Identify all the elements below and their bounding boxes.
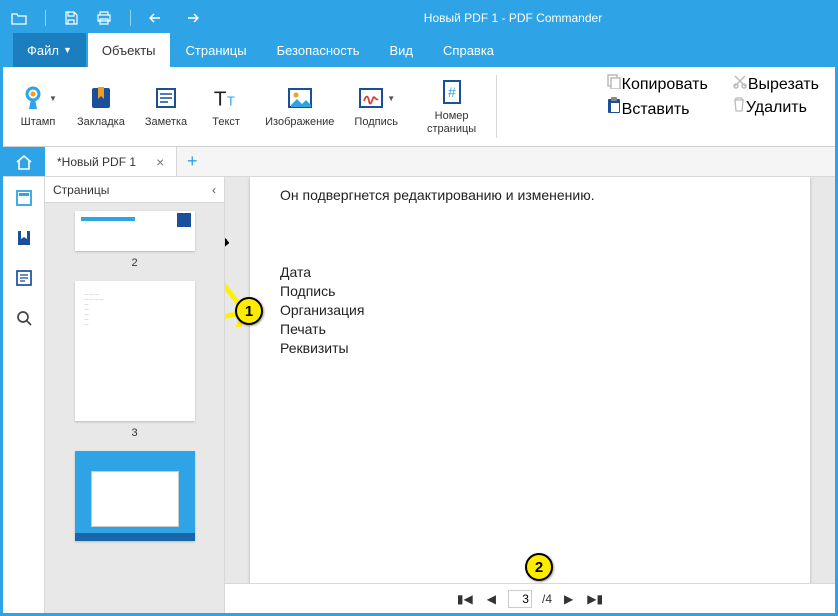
- redo-icon[interactable]: [183, 12, 199, 24]
- svg-text:T: T: [227, 94, 235, 109]
- page-thumbnail[interactable]: [75, 211, 195, 251]
- workspace: Страницы ‹ 2 — — —— — — —————— 3: [3, 177, 835, 613]
- note-button[interactable]: Заметка: [135, 82, 197, 130]
- thumbnail-number: 3: [131, 427, 137, 439]
- delete-button[interactable]: Удалить: [732, 96, 819, 117]
- image-icon: [286, 84, 314, 112]
- tab-file[interactable]: Файл▼: [13, 33, 86, 67]
- main-view: Он подвергнется редактированию и изменен…: [225, 177, 835, 613]
- page-text: Подпись: [280, 282, 780, 301]
- copy-button[interactable]: Копировать: [606, 73, 708, 94]
- chevron-down-icon: ▼: [63, 45, 72, 55]
- save-icon[interactable]: [64, 11, 78, 25]
- page-text: Он подвергнется редактированию и изменен…: [280, 187, 780, 203]
- signature-icon: [357, 84, 385, 112]
- paste-icon: [606, 101, 622, 118]
- document-tab-bar: *Новый PDF 1 × +: [3, 147, 835, 177]
- menubar: Файл▼ Объекты Страницы Безопасность Вид …: [3, 33, 835, 67]
- chevron-down-icon: ▼: [49, 94, 57, 103]
- cut-button[interactable]: Вырезать: [732, 73, 819, 94]
- current-page-input[interactable]: [508, 590, 532, 608]
- page-thumbnail[interactable]: — — —— — — ——————: [75, 281, 195, 421]
- comments-tool[interactable]: [11, 265, 37, 291]
- cut-icon: [732, 76, 748, 93]
- thumbnail-item[interactable]: [53, 443, 216, 541]
- collapse-panel-icon[interactable]: ‹: [212, 183, 216, 197]
- note-icon: [152, 84, 180, 112]
- separator: [496, 75, 497, 138]
- print-icon[interactable]: [96, 11, 112, 25]
- copy-icon: [606, 76, 622, 93]
- tab-pages[interactable]: Страницы: [172, 33, 261, 67]
- signature-button[interactable]: ▼ Подпись: [344, 82, 408, 130]
- page-number-icon: #: [438, 78, 466, 106]
- annotation-callout-1: 1: [235, 297, 263, 325]
- page-number-button[interactable]: # Номер страницы: [417, 76, 486, 136]
- paste-button[interactable]: Вставить: [606, 96, 708, 119]
- text-icon: TT: [212, 84, 240, 112]
- document-tab[interactable]: *Новый PDF 1 ×: [45, 147, 177, 176]
- tab-help[interactable]: Справка: [429, 33, 508, 67]
- bookmarks-tool[interactable]: [11, 225, 37, 251]
- page-text: Печать: [280, 320, 780, 339]
- titlebar: Новый PDF 1 - PDF Commander: [3, 3, 835, 33]
- thumbnails-tool[interactable]: [11, 185, 37, 211]
- separator: [45, 10, 46, 26]
- thumbnail-number: 2: [131, 257, 137, 269]
- ribbon: ▼ Штамп Закладка Заметка TT Текст Изобра…: [3, 67, 835, 147]
- annotation-callout-2: 2: [525, 553, 553, 581]
- page-text: Дата: [280, 263, 780, 282]
- open-icon[interactable]: [11, 11, 27, 25]
- stamp-button[interactable]: ▼ Штамп: [9, 82, 67, 130]
- image-button[interactable]: Изображение: [255, 82, 344, 130]
- svg-text:T: T: [214, 88, 227, 111]
- tab-objects[interactable]: Объекты: [88, 33, 170, 67]
- chevron-down-icon: ▼: [387, 94, 395, 103]
- app-window: Новый PDF 1 - PDF Commander Файл▼ Объект…: [0, 0, 838, 616]
- document-page: Он подвергнется редактированию и изменен…: [250, 177, 810, 583]
- page-navigation-footer: ▮◀ ◀ /4 ▶ ▶▮: [225, 583, 835, 613]
- thumbnail-item[interactable]: 2: [53, 203, 216, 273]
- bookmark-button[interactable]: Закладка: [67, 82, 135, 130]
- next-page-button[interactable]: ▶: [562, 592, 575, 606]
- left-toolbar: [3, 177, 45, 613]
- last-page-button[interactable]: ▶▮: [585, 592, 605, 606]
- page-thumbnail[interactable]: [75, 451, 195, 541]
- tab-view[interactable]: Вид: [376, 33, 428, 67]
- stamp-icon: [19, 84, 47, 112]
- pages-panel: Страницы ‹ 2 — — —— — — —————— 3: [45, 177, 225, 613]
- separator: [130, 10, 131, 26]
- trash-icon: [732, 99, 746, 116]
- bookmark-icon: [87, 84, 115, 112]
- pages-panel-header: Страницы ‹: [45, 177, 224, 203]
- window-title: Новый PDF 1 - PDF Commander: [199, 11, 827, 25]
- prev-page-button[interactable]: ◀: [485, 592, 498, 606]
- thumbnail-item[interactable]: — — —— — — —————— 3: [53, 273, 216, 443]
- undo-icon[interactable]: [149, 12, 165, 24]
- thumbnails-list[interactable]: 2 — — —— — — —————— 3: [45, 203, 224, 613]
- page-viewport[interactable]: Он подвергнется редактированию и изменен…: [225, 177, 835, 583]
- page-text: Реквизиты: [280, 339, 780, 358]
- tab-security[interactable]: Безопасность: [263, 33, 374, 67]
- search-tool[interactable]: [11, 305, 37, 331]
- first-page-button[interactable]: ▮◀: [455, 592, 475, 606]
- document-tab-label: *Новый PDF 1: [57, 155, 136, 169]
- close-tab-icon[interactable]: ×: [156, 154, 164, 170]
- pages-panel-title: Страницы: [53, 183, 109, 197]
- home-button[interactable]: [3, 147, 45, 176]
- text-button[interactable]: TT Текст: [197, 82, 255, 130]
- page-text: Организация: [280, 301, 780, 320]
- add-tab-button[interactable]: +: [177, 147, 207, 176]
- svg-text:#: #: [448, 84, 456, 100]
- total-pages-label: /4: [542, 592, 552, 606]
